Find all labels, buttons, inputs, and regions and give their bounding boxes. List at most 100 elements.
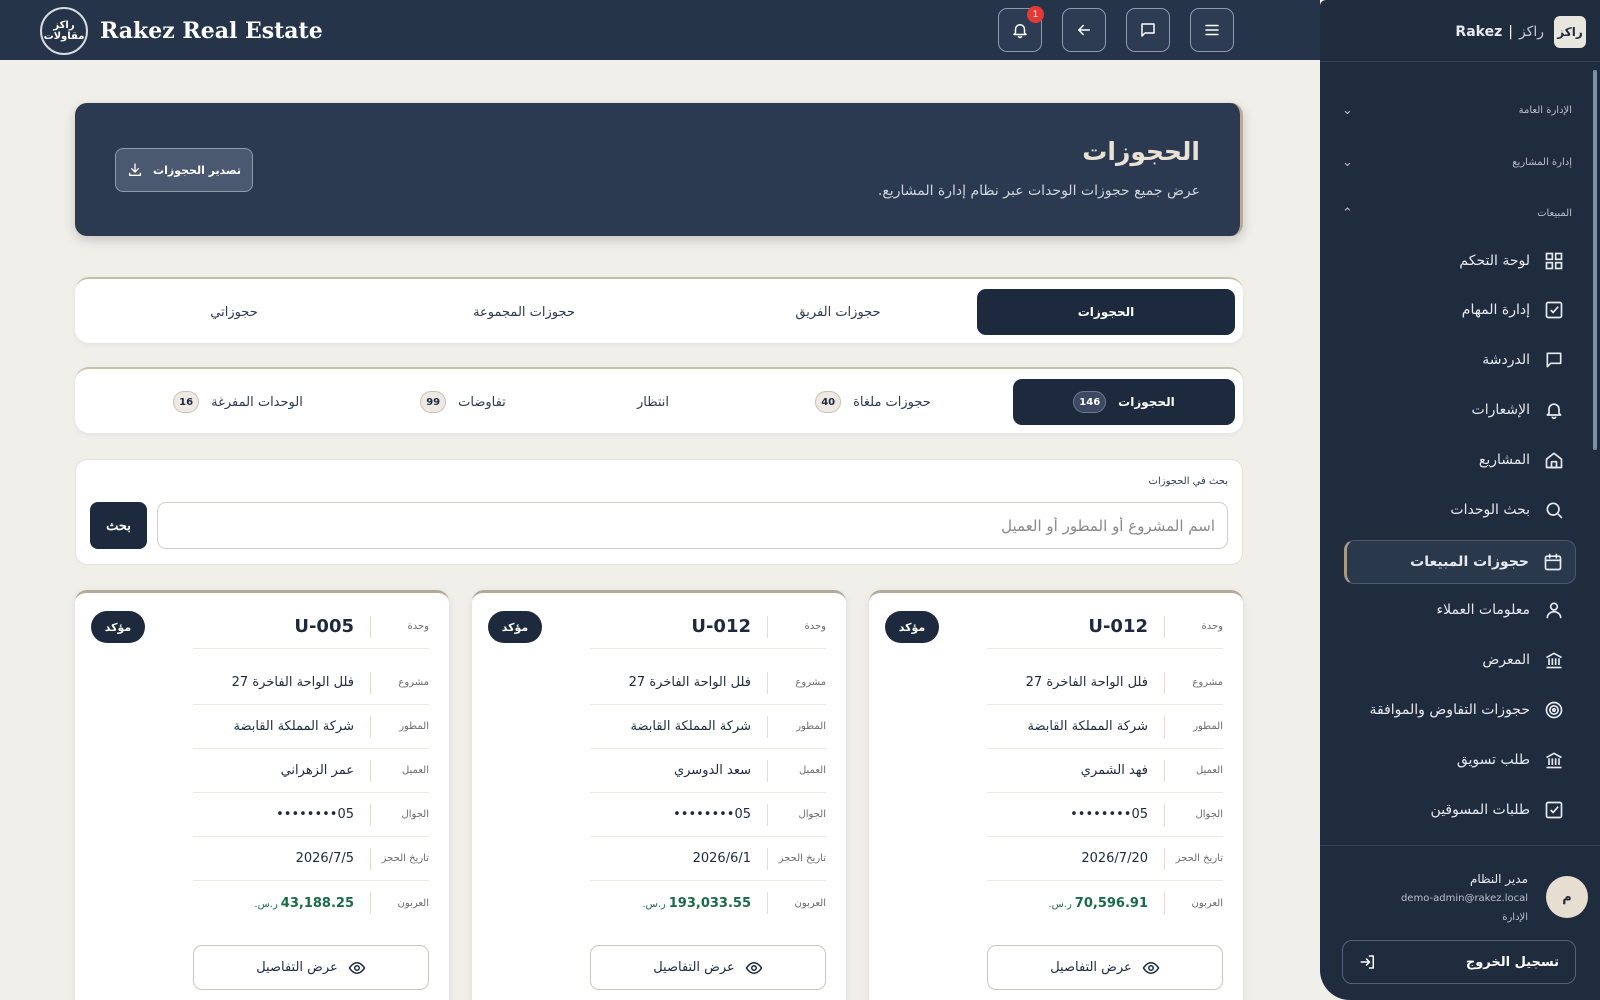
avatar[interactable]: م [1546, 876, 1588, 918]
status-badge: مؤكد [488, 611, 542, 643]
view-details-button[interactable]: عرض التفاصيل [193, 945, 429, 990]
tab-group-bookings[interactable]: حجوزات المجموعة [395, 289, 653, 335]
tab-cancelled-bookings[interactable]: حجوزات ملغاة 40 [793, 379, 953, 425]
bell-icon [1546, 403, 1562, 420]
chevron-down-icon: ⌄ [1342, 102, 1353, 118]
sidebar-item-label: الإشعارات [1471, 402, 1530, 418]
developer-row: المطور شركة المملكة القابضة [590, 705, 826, 749]
mobile-row: الجوال 05•••••••• [987, 793, 1223, 837]
sidebar-footer: م مدير النظام demo-admin@rakez.local الإ… [1320, 845, 1600, 1000]
sidebar-item-marketer-requests[interactable]: طلبات المسوقين [1344, 790, 1576, 830]
row-divider [370, 671, 371, 694]
status-tabs: الحجوزات 146 حجوزات ملغاة 40 انتظار تفاو… [75, 367, 1243, 433]
sidebar-section-project-management[interactable]: إدارة المشاريع ⌄ [1342, 152, 1572, 172]
sidebar-item-projects[interactable]: المشاريع [1344, 440, 1576, 480]
deposit-value: 193,033.55ر.س. [642, 896, 767, 911]
unit-row: وحدة U-012 [590, 605, 826, 649]
sidebar-item-client-info[interactable]: معلومات العملاء [1344, 590, 1576, 630]
sidebar-section-sales[interactable]: المبيعات ⌃ [1342, 203, 1572, 223]
tab-label: تفاوضات [458, 394, 506, 410]
tab-waiting[interactable]: انتظار [583, 379, 723, 425]
row-divider [370, 715, 371, 738]
eye-icon [1142, 961, 1160, 974]
sidebar-item-showroom[interactable]: المعرض [1344, 640, 1576, 680]
eye-icon [348, 961, 366, 974]
developer-label: المطور [1193, 721, 1223, 732]
client-value: فهد الشمري [1080, 763, 1148, 778]
sidebar-item-marketing-request[interactable]: طلب تسويق [1344, 740, 1576, 780]
row-divider [1164, 759, 1165, 782]
sidebar-item-label: حجوزات التفاوض والموافقة [1369, 702, 1530, 718]
sidebar-item-label: معلومات العملاء [1436, 602, 1530, 618]
tab-label: الحجوزات [1077, 305, 1135, 319]
project-label: مشروع [795, 677, 826, 688]
search-input[interactable] [157, 502, 1228, 549]
building-icon [1546, 752, 1562, 769]
unit-row: وحدة U-012 [987, 605, 1223, 649]
booking-card: مؤكد وحدة U-012 مشروع فلل الواحة الفاخرة 27 ا… [472, 590, 846, 1000]
sidebar-item-chat[interactable]: الدردشة [1344, 340, 1576, 380]
tab-team-bookings[interactable]: حجوزات الفريق [709, 289, 967, 335]
tab-bookings[interactable]: الحجوزات 146 [1013, 379, 1235, 425]
unit-value: U-005 [294, 616, 354, 637]
booking-card: مؤكد وحدة U-005 مشروع فلل الواحة الفاخرة 27 ا… [75, 590, 449, 1000]
sidebar-scrollbar[interactable] [1593, 70, 1597, 450]
sidebar-item-notifications[interactable]: الإشعارات [1344, 390, 1576, 430]
sidebar-item-tasks[interactable]: إدارة المهام [1344, 290, 1576, 330]
row-divider [767, 803, 768, 826]
unit-value: U-012 [1088, 616, 1148, 637]
sidebar-item-label: المشاريع [1478, 452, 1530, 468]
calendar-icon [1544, 553, 1562, 571]
menu-button[interactable] [1190, 8, 1234, 52]
download-icon [129, 163, 142, 176]
project-row: مشروع فلل الواحة الفاخرة 27 [590, 661, 826, 705]
view-details-button[interactable]: عرض التفاصيل [987, 945, 1223, 990]
sidebar-section-general-admin[interactable]: الإدارة العامة ⌄ [1342, 100, 1572, 120]
brand[interactable]: راكز مقاولات Rakez Real Estate [40, 7, 323, 55]
unit-value: U-012 [691, 616, 751, 637]
mobile-label: الجوال [798, 809, 827, 820]
target-icon [1545, 701, 1563, 719]
row-divider [1164, 803, 1165, 826]
tab-negotiations[interactable]: تفاوضات 99 [393, 379, 533, 425]
developer-label: المطور [399, 721, 429, 732]
booking-date-row: تاريخ الحجز 2026/7/5 [193, 837, 429, 881]
user-name: مدير النظام [1469, 872, 1528, 886]
row-divider [370, 892, 371, 914]
chat-icon [1546, 352, 1562, 368]
sidebar-item-dashboard[interactable]: لوحة التحكم [1344, 241, 1576, 281]
chat-button[interactable] [1126, 8, 1170, 52]
count-badge: 99 [420, 391, 447, 413]
notifications-button[interactable]: 1 [998, 6, 1044, 52]
sidebar-item-sales-bookings[interactable]: حجوزات المبيعات [1344, 540, 1576, 584]
booking-date-row: تاريخ الحجز 2026/6/1 [590, 837, 826, 881]
section-label: المبيعات [1537, 207, 1572, 219]
search-button[interactable]: بحث [90, 502, 147, 549]
logout-button[interactable]: تسجيل الخروج [1342, 940, 1576, 984]
back-button[interactable] [1062, 8, 1106, 52]
currency: ر.س. [1048, 898, 1072, 910]
sidebar-title: راكز | Rakez [1455, 24, 1544, 40]
project-value: فلل الواحة الفاخرة 27 [1025, 675, 1148, 690]
tab-all-bookings[interactable]: الحجوزات [977, 289, 1235, 335]
page-header: الحجوزات عرض جميع حجوزات الوحدات عبر نظا… [75, 103, 1243, 236]
section-label: إدارة المشاريع [1512, 156, 1572, 168]
count-badge: 16 [173, 391, 200, 413]
unit-row: وحدة U-005 [193, 605, 429, 649]
sidebar-item-label: الدردشة [1482, 352, 1530, 368]
export-bookings-button[interactable]: تصدير الحجوزات [115, 148, 253, 192]
view-details-button[interactable]: عرض التفاصيل [590, 945, 826, 990]
sidebar-item-negotiation-bookings[interactable]: حجوزات التفاوض والموافقة [1344, 690, 1576, 730]
mobile-row: الجوال 05•••••••• [590, 793, 826, 837]
sidebar-header: راكز راكز | Rakez [1320, 0, 1600, 62]
sidebar-item-label: لوحة التحكم [1459, 253, 1530, 269]
section-label: الإدارة العامة [1518, 104, 1572, 116]
row-divider [370, 803, 371, 826]
search-icon [1546, 502, 1563, 519]
tab-my-bookings[interactable]: حجوزاتي [105, 289, 363, 335]
row-divider [1164, 671, 1165, 694]
row-divider [767, 759, 768, 782]
tab-vacated-units[interactable]: الوحدات المفرغة 16 [153, 379, 323, 425]
sidebar-item-unit-search[interactable]: بحث الوحدات [1344, 490, 1576, 530]
view-details-label: عرض التفاصيل [1050, 960, 1132, 975]
